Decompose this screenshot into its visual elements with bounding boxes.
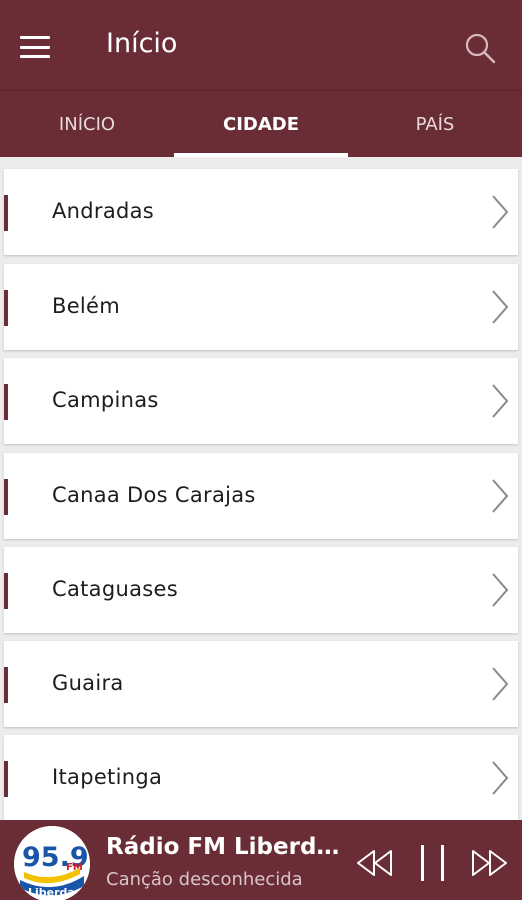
chevron-right-icon bbox=[492, 384, 509, 418]
tab-pais[interactable]: PAÍS bbox=[348, 91, 522, 157]
tab-cidade[interactable]: CIDADE bbox=[174, 91, 348, 157]
accent-bar bbox=[4, 195, 8, 231]
chevron-right-icon bbox=[492, 667, 509, 701]
app-bar: Início bbox=[0, 0, 522, 90]
rewind-icon[interactable] bbox=[356, 849, 394, 877]
tab-bar: INÍCIO CIDADE PAÍS bbox=[0, 90, 522, 157]
list-item[interactable]: Itapetinga bbox=[4, 735, 518, 820]
city-list[interactable]: Andradas Belém Campinas Canaa Dos Caraja… bbox=[0, 157, 522, 820]
pause-icon[interactable] bbox=[419, 844, 447, 882]
list-item[interactable]: Cataguases bbox=[4, 547, 518, 633]
logo-band: FM bbox=[66, 862, 83, 873]
city-name: Belém bbox=[52, 294, 121, 318]
city-name: Itapetinga bbox=[52, 765, 163, 789]
page-title: Início bbox=[106, 28, 178, 59]
accent-bar bbox=[4, 384, 8, 420]
city-name: Guaira bbox=[52, 671, 124, 695]
city-name: Cataguases bbox=[52, 577, 178, 601]
accent-bar bbox=[4, 761, 8, 797]
tab-inicio[interactable]: INÍCIO bbox=[0, 91, 174, 157]
accent-bar bbox=[4, 667, 8, 703]
hamburger-menu-icon[interactable] bbox=[20, 36, 50, 58]
station-name: Rádio FM Liberdade bbox=[106, 834, 342, 860]
tab-label: PAÍS bbox=[415, 113, 455, 135]
chevron-right-icon bbox=[492, 479, 509, 513]
list-item[interactable]: Andradas bbox=[4, 169, 518, 255]
logo-brand: Liberdade bbox=[28, 886, 90, 899]
chevron-right-icon bbox=[492, 195, 509, 229]
list-item[interactable]: Belém bbox=[4, 264, 518, 350]
fast-forward-icon[interactable] bbox=[470, 849, 508, 877]
city-name: Andradas bbox=[52, 199, 155, 223]
song-title: Canção desconhecida bbox=[106, 869, 303, 890]
list-item[interactable]: Campinas bbox=[4, 358, 518, 444]
accent-bar bbox=[4, 573, 8, 609]
chevron-right-icon bbox=[492, 761, 509, 795]
tab-label: CIDADE bbox=[222, 113, 300, 135]
tab-label: INÍCIO bbox=[58, 113, 116, 135]
city-name: Canaa Dos Carajas bbox=[52, 483, 256, 507]
list-item[interactable]: Guaira bbox=[4, 641, 518, 727]
chevron-right-icon bbox=[492, 573, 509, 607]
accent-bar bbox=[4, 479, 8, 515]
search-icon[interactable] bbox=[462, 30, 498, 66]
city-name: Campinas bbox=[52, 388, 159, 412]
accent-bar bbox=[4, 290, 8, 326]
mini-player[interactable]: 95.9 FM Liberdade Rádio FM Liberdade Can… bbox=[0, 820, 522, 900]
station-logo[interactable]: 95.9 FM Liberdade bbox=[14, 826, 90, 900]
chevron-right-icon bbox=[492, 290, 509, 324]
station-logo-image: 95.9 FM Liberdade bbox=[14, 826, 90, 900]
list-item[interactable]: Canaa Dos Carajas bbox=[4, 453, 518, 539]
